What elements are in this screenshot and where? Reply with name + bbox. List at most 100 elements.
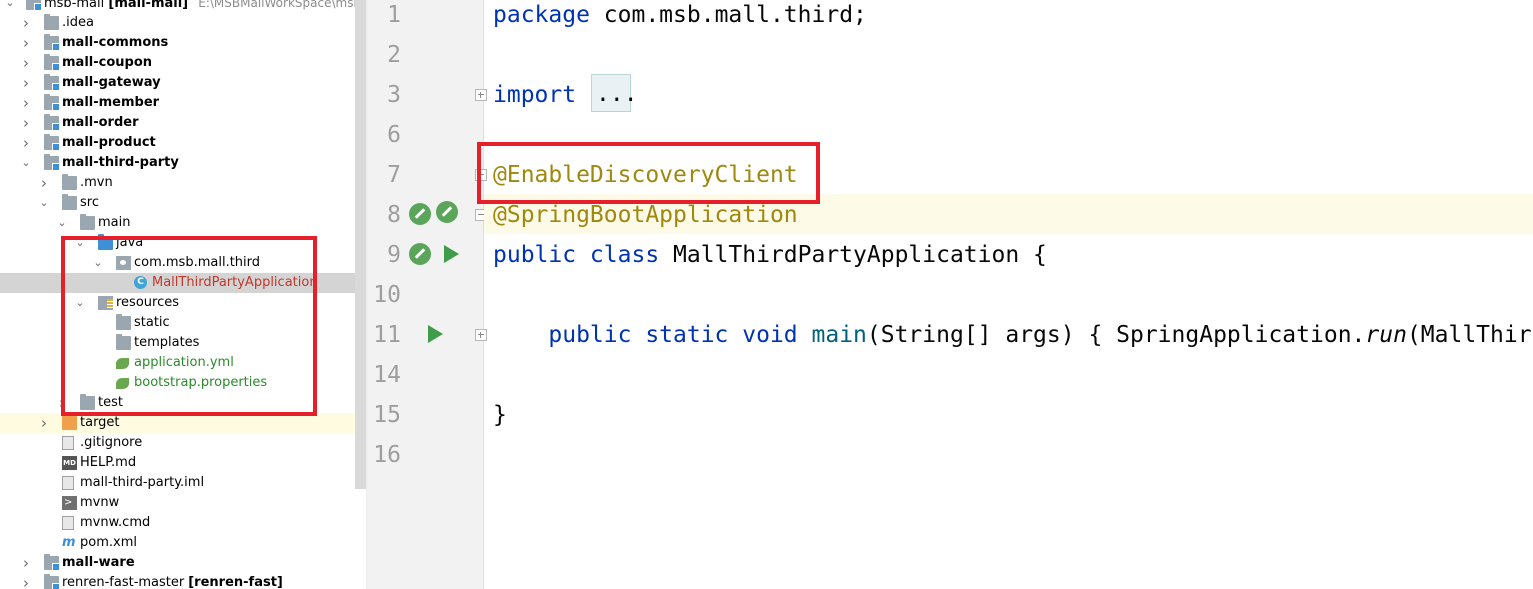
chevron-right-icon[interactable]: › [20, 53, 32, 73]
fold-expand-icon[interactable] [475, 329, 487, 341]
chevron-right-icon[interactable]: › [38, 173, 50, 193]
tree-item-idea[interactable]: › .idea [0, 13, 366, 33]
chevron-right-icon[interactable]: › [20, 13, 32, 33]
line-number: 1 [387, 2, 401, 28]
root-path: E:\MSBMallWorkSpace\msb-mal [198, 0, 366, 10]
tree-item-label: main [98, 215, 131, 230]
markdown-file-icon: MD [62, 456, 77, 470]
chevron-down-icon[interactable]: ⌄ [38, 193, 50, 213]
editor-gutter: 1 2 3 6 7 8 9 10 11 14 15 16 [367, 0, 487, 589]
tree-item-src[interactable]: ⌄ src [0, 193, 366, 213]
tree-item-mall-product[interactable]: › mall-product [0, 133, 366, 153]
folded-imports[interactable]: ... [591, 74, 638, 112]
tree-item-help-md[interactable]: MD HELP.md [0, 453, 366, 473]
gitignore-file-icon [62, 436, 74, 450]
tree-item-gitignore[interactable]: .gitignore [0, 433, 366, 453]
module-folder-icon [44, 574, 60, 589]
chevron-down-icon[interactable]: ⌄ [4, 0, 16, 13]
line-number: 8 [387, 202, 401, 228]
chevron-right-icon[interactable]: › [20, 33, 32, 53]
chevron-right-icon[interactable]: › [20, 73, 32, 93]
tree-scrollbar[interactable] [355, 0, 366, 489]
code-token: public static void [548, 322, 812, 348]
tree-item-mall-gateway[interactable]: › mall-gateway [0, 73, 366, 93]
chevron-down-icon[interactable]: ⌄ [20, 153, 32, 173]
chevron-right-icon[interactable]: › [20, 133, 32, 153]
tree-item-main[interactable]: ⌄ main [0, 213, 366, 233]
tree-item-label: mall-third-party.iml [80, 475, 205, 490]
shell-file-icon [62, 493, 77, 513]
code-token: import [493, 82, 577, 108]
tree-item-label: mall-coupon [62, 55, 153, 70]
chevron-right-icon[interactable]: › [20, 553, 32, 573]
tree-item-label: mall-member [62, 95, 160, 110]
line-number: 14 [373, 362, 401, 388]
folder-icon [80, 214, 95, 230]
tree-item-module: [renren-fast] [188, 575, 283, 589]
code-token: public class [493, 242, 674, 268]
spring-bean-check-icon[interactable] [436, 201, 458, 223]
code-token: @SpringBootApplication [493, 202, 798, 228]
tree-item-label: mvnw.cmd [80, 515, 151, 530]
line-number: 11 [373, 322, 401, 348]
module-folder-icon [44, 554, 60, 571]
line-number: 2 [387, 42, 401, 68]
text-file-icon [62, 516, 74, 530]
code-token: MallThirdPartyApplication { [673, 242, 1047, 268]
tree-item-target[interactable]: › target [0, 413, 366, 433]
folded-imports-label: ... [596, 81, 638, 107]
maven-icon: m [62, 535, 76, 550]
code-token: com.msb.mall.third; [603, 2, 867, 28]
tree-item-label: .mvn [80, 175, 113, 190]
tree-item-mall-ware[interactable]: › mall-ware [0, 553, 366, 573]
line-number: 16 [373, 442, 401, 468]
code-line[interactable]: package com.msb.mall.third; [493, 0, 867, 35]
run-main-icon[interactable] [428, 325, 443, 343]
chevron-down-icon[interactable]: ⌄ [56, 213, 68, 233]
tree-item-renren-fast-master[interactable]: › renren-fast-master [renren-fast] [0, 573, 366, 589]
iml-file-icon [62, 476, 74, 490]
excluded-folder-icon [62, 414, 77, 430]
code-editor[interactable]: 1 2 3 6 7 8 9 10 11 14 15 16 package com.msb.mall.t… [366, 0, 1533, 589]
tree-item-label: src [80, 195, 99, 210]
line-number: 9 [387, 242, 401, 268]
spring-boot-app-icon[interactable] [409, 243, 431, 265]
fold-expand-icon[interactable] [475, 89, 487, 101]
tree-item-mall-order[interactable]: › mall-order [0, 113, 366, 133]
tree-item-mall-coupon[interactable]: › mall-coupon [0, 53, 366, 73]
folder-icon [62, 174, 77, 190]
tree-item-pom-xml[interactable]: m pom.xml [0, 533, 366, 553]
tree-item-mall-member[interactable]: › mall-member [0, 93, 366, 113]
module-folder-icon [26, 0, 42, 11]
code-line[interactable]: public static void main(String[] args) {… [493, 315, 1531, 355]
tree-item-label: mall-order [62, 115, 139, 130]
module-folder-icon [44, 54, 60, 71]
tree-item-mvnw[interactable]: mvnw [0, 493, 366, 513]
tree-item-label: mall-gateway [62, 75, 161, 90]
root-name: msb-mall [44, 0, 105, 11]
chevron-right-icon[interactable]: › [38, 413, 50, 433]
tree-root[interactable]: ⌄ msb-mall [mall-mall] E:\MSBMallWorkSpa… [0, 0, 366, 13]
line-number: 7 [387, 162, 401, 188]
folder-icon [44, 14, 59, 30]
code-line[interactable]: public class MallThirdPartyApplication { [493, 235, 1047, 275]
run-class-icon[interactable] [444, 245, 459, 263]
module-folder-icon [44, 74, 60, 91]
tree-item-mvnw-cmd[interactable]: mvnw.cmd [0, 513, 366, 533]
chevron-right-icon[interactable]: › [20, 573, 32, 589]
tree-item-mall-third-party[interactable]: ⌄ mall-third-party [0, 153, 366, 173]
line-number: 10 [373, 282, 401, 308]
chevron-right-icon[interactable]: › [20, 113, 32, 133]
spring-bean-icon[interactable] [409, 203, 431, 225]
code-token: main [811, 322, 867, 348]
tree-item-label: mall-product [62, 135, 156, 150]
tree-item-label: .gitignore [80, 435, 143, 450]
chevron-right-icon[interactable]: › [20, 93, 32, 113]
tree-item-mall-commons[interactable]: › mall-commons [0, 33, 366, 53]
module-folder-icon [44, 114, 60, 131]
tree-item-mall-third-party-iml[interactable]: mall-third-party.iml [0, 473, 366, 493]
code-line[interactable]: } [493, 395, 507, 435]
tree-item-mvn[interactable]: › .mvn [0, 173, 366, 193]
module-folder-icon [44, 154, 60, 171]
tree-item-label: mall-ware [62, 555, 135, 570]
